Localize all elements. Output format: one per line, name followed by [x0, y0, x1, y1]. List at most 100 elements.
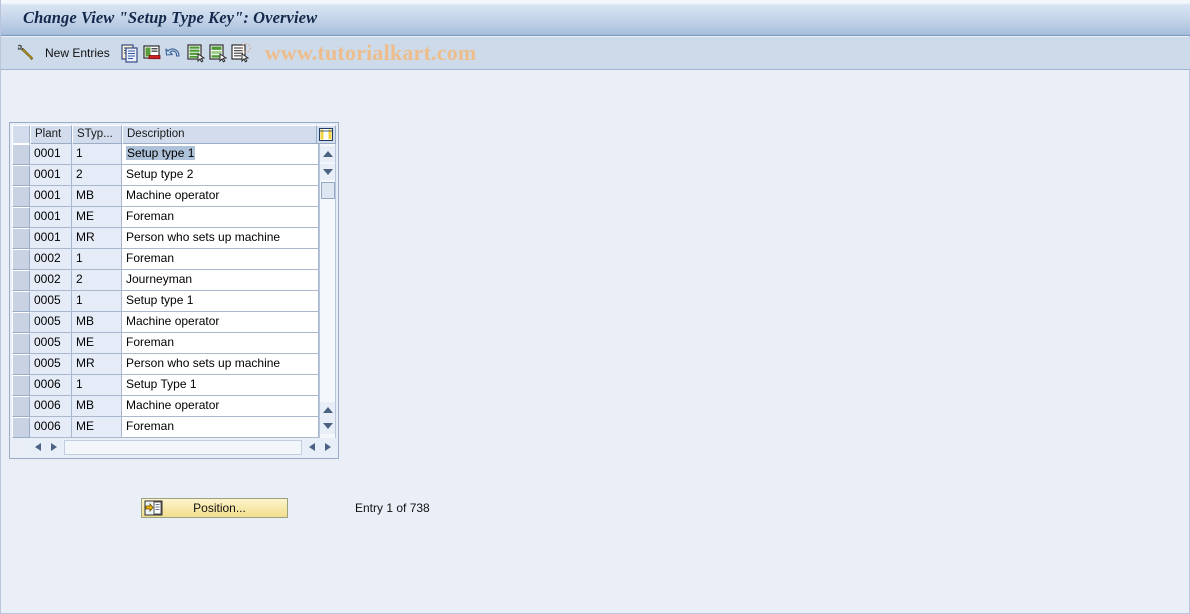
cell-description[interactable]: Journeyman — [122, 270, 319, 291]
select-all-icon[interactable] — [185, 42, 207, 64]
cell-plant[interactable]: 0005 — [30, 354, 72, 375]
row-select-button[interactable] — [12, 354, 30, 375]
cell-description[interactable]: Machine operator — [122, 186, 319, 207]
table-row[interactable]: 0005 1 Setup type 1 — [12, 291, 319, 312]
row-select-button[interactable] — [12, 144, 30, 165]
row-select-button[interactable] — [12, 228, 30, 249]
table-row[interactable]: 0001 MB Machine operator — [12, 186, 319, 207]
scroll-up-button[interactable] — [320, 146, 335, 162]
entry-status-text: Entry 1 of 738 — [355, 501, 430, 515]
horizontal-scrollbar[interactable] — [12, 438, 336, 456]
cell-description[interactable]: Setup type 1 — [122, 291, 319, 312]
row-select-button[interactable] — [12, 417, 30, 438]
scroll-down-button[interactable] — [320, 164, 335, 180]
delete-icon[interactable] — [141, 42, 163, 64]
cell-description[interactable]: Machine operator — [122, 396, 319, 417]
select-block-icon[interactable] — [207, 42, 229, 64]
table-row[interactable]: 0006 MB Machine operator — [12, 396, 319, 417]
cell-plant[interactable]: 0001 — [30, 165, 72, 186]
cell-setup-type[interactable]: 1 — [72, 375, 122, 396]
cell-description[interactable]: Person who sets up machine — [122, 228, 319, 249]
row-select-button[interactable] — [12, 291, 30, 312]
undo-icon[interactable] — [163, 42, 185, 64]
cell-plant[interactable]: 0002 — [30, 249, 72, 270]
scroll-page-down-button[interactable] — [320, 418, 335, 434]
cell-plant[interactable]: 0001 — [30, 207, 72, 228]
row-select-button[interactable] — [12, 249, 30, 270]
scroll-page-up-button[interactable] — [320, 402, 335, 418]
cell-description[interactable]: Foreman — [122, 207, 319, 228]
cell-description[interactable]: Setup type 1 — [122, 144, 319, 165]
position-button[interactable]: Position... — [141, 498, 288, 518]
cell-setup-type[interactable]: 1 — [72, 249, 122, 270]
table-row[interactable]: 0006 ME Foreman — [12, 417, 319, 438]
column-header-plant[interactable]: Plant — [30, 125, 72, 144]
scroll-first-column-button[interactable] — [304, 439, 320, 455]
cell-setup-type[interactable]: 2 — [72, 165, 122, 186]
cell-plant[interactable]: 0001 — [30, 144, 72, 165]
cell-description[interactable]: Machine operator — [122, 312, 319, 333]
cell-plant[interactable]: 0002 — [30, 270, 72, 291]
table-row[interactable]: 0001 1 Setup type 1 — [12, 144, 319, 165]
new-entries-button[interactable]: New Entries — [45, 46, 110, 60]
cell-setup-type[interactable]: MR — [72, 354, 122, 375]
cell-description-text: Setup type 1 — [126, 146, 196, 160]
cell-setup-type[interactable]: MR — [72, 228, 122, 249]
cell-plant[interactable]: 0005 — [30, 291, 72, 312]
cell-setup-type[interactable]: ME — [72, 207, 122, 228]
cell-plant[interactable]: 0006 — [30, 417, 72, 438]
cell-description[interactable]: Foreman — [122, 249, 319, 270]
table-row[interactable]: 0005 ME Foreman — [12, 333, 319, 354]
cell-setup-type[interactable]: MB — [72, 312, 122, 333]
scroll-last-column-button[interactable] — [320, 439, 336, 455]
cell-description[interactable]: Person who sets up machine — [122, 354, 319, 375]
deselect-all-icon[interactable] — [229, 42, 251, 64]
cell-setup-type[interactable]: 1 — [72, 291, 122, 312]
setup-type-table: Plant STyp... Description 0001 1 Setup typ… — [9, 122, 339, 459]
cell-plant[interactable]: 0006 — [30, 375, 72, 396]
cell-setup-type[interactable]: ME — [72, 333, 122, 354]
cell-setup-type[interactable]: MB — [72, 186, 122, 207]
cell-description[interactable]: Foreman — [122, 333, 319, 354]
position-goto-icon — [144, 500, 164, 516]
scroll-left-button[interactable] — [30, 439, 46, 455]
table-row[interactable]: 0005 MB Machine operator — [12, 312, 319, 333]
column-header-setup-type[interactable]: STyp... — [72, 125, 122, 144]
row-select-button[interactable] — [12, 207, 30, 228]
pencil-display-change-icon[interactable] — [14, 42, 36, 64]
cell-plant[interactable]: 0001 — [30, 228, 72, 249]
table-row[interactable]: 0002 2 Journeyman — [12, 270, 319, 291]
cell-plant[interactable]: 0001 — [30, 186, 72, 207]
row-select-button[interactable] — [12, 333, 30, 354]
horizontal-scroll-track[interactable] — [64, 439, 302, 455]
table-row[interactable]: 0006 1 Setup Type 1 — [12, 375, 319, 396]
cell-setup-type[interactable]: 2 — [72, 270, 122, 291]
column-header-description[interactable]: Description — [122, 125, 317, 144]
cell-description[interactable]: Setup type 2 — [122, 165, 319, 186]
row-select-button[interactable] — [12, 186, 30, 207]
cell-setup-type[interactable]: 1 — [72, 144, 122, 165]
cell-description[interactable]: Setup Type 1 — [122, 375, 319, 396]
row-select-button[interactable] — [12, 270, 30, 291]
vertical-scrollbar[interactable] — [319, 144, 336, 438]
row-select-button[interactable] — [12, 312, 30, 333]
table-row[interactable]: 0001 MR Person who sets up machine — [12, 228, 319, 249]
scroll-right-button[interactable] — [46, 439, 62, 455]
cell-plant[interactable]: 0005 — [30, 312, 72, 333]
table-row[interactable]: 0005 MR Person who sets up machine — [12, 354, 319, 375]
cell-plant[interactable]: 0006 — [30, 396, 72, 417]
cell-plant[interactable]: 0005 — [30, 333, 72, 354]
arrow-up-icon — [322, 407, 333, 413]
table-settings-icon[interactable] — [317, 125, 336, 144]
cell-setup-type[interactable]: MB — [72, 396, 122, 417]
cell-description[interactable]: Foreman — [122, 417, 319, 438]
table-row[interactable]: 0001 2 Setup type 2 — [12, 165, 319, 186]
table-row[interactable]: 0002 1 Foreman — [12, 249, 319, 270]
row-select-button[interactable] — [12, 375, 30, 396]
scrollbar-thumb[interactable] — [321, 182, 335, 199]
row-select-button[interactable] — [12, 396, 30, 417]
row-select-button[interactable] — [12, 165, 30, 186]
table-row[interactable]: 0001 ME Foreman — [12, 207, 319, 228]
copy-as-icon[interactable] — [119, 42, 141, 64]
cell-setup-type[interactable]: ME — [72, 417, 122, 438]
